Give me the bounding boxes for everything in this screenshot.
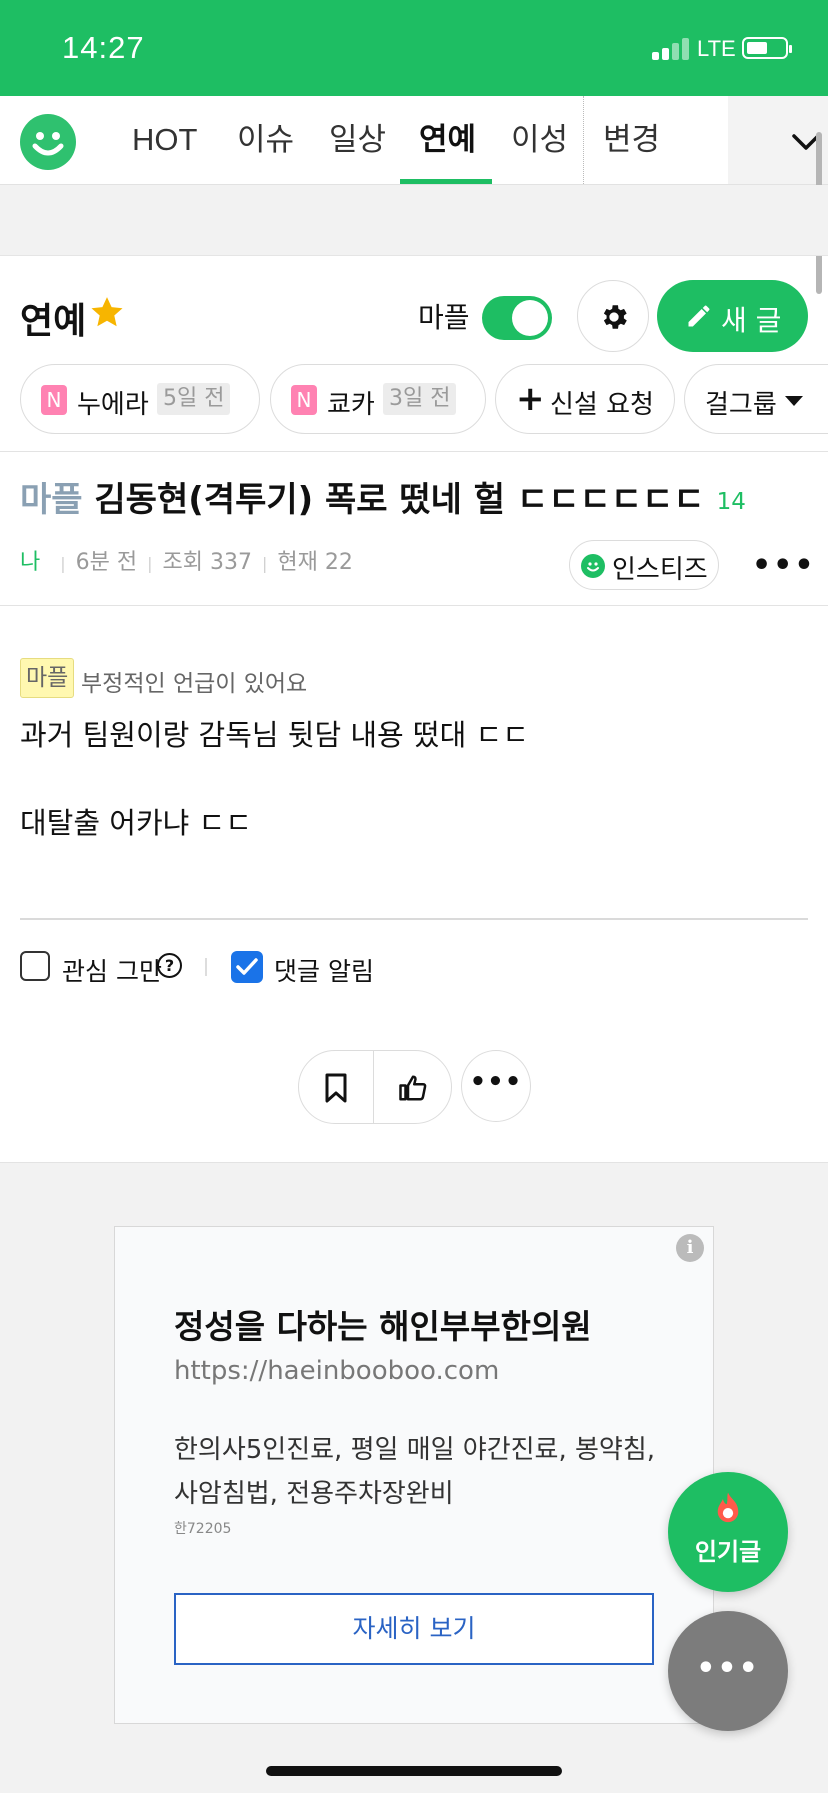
- post-more-button[interactable]: •••: [752, 548, 816, 583]
- chip-name: 쿄카: [327, 390, 375, 420]
- caret-down-icon: [785, 396, 803, 406]
- active-tab-indicator: [400, 179, 492, 184]
- comment-alert-checkbox[interactable]: [231, 951, 263, 983]
- post-title: 마플 김동현(격투기) 폭로 떴네 헐 ㄷㄷㄷㄷㄷㄷ 14: [20, 472, 746, 521]
- ad-description: 한의사5인진료, 평일 매일 야간진료, 봉약침, 사암침법, 전용주차장완비: [174, 1435, 656, 1509]
- post-views: 조회 337: [162, 550, 252, 575]
- bookmark-icon: [325, 1073, 347, 1103]
- new-post-label: 새 글: [721, 304, 782, 337]
- new-post-button[interactable]: 새 글: [657, 280, 808, 352]
- nav-separator: [583, 96, 584, 184]
- chip-age: 5일 전: [157, 383, 231, 415]
- chip-age: 3일 전: [383, 383, 457, 415]
- tab-daily[interactable]: 일상: [329, 96, 386, 184]
- spacer-band: [0, 185, 828, 256]
- source-badge[interactable]: 인스티즈: [569, 540, 719, 590]
- chevron-down-icon: [792, 134, 820, 150]
- menu-fab-button[interactable]: •••: [668, 1611, 788, 1731]
- thumbs-up-icon: [399, 1075, 427, 1101]
- chip-name: 누에라: [77, 390, 149, 420]
- chip-kyoka[interactable]: N 쿄카 3일 전: [270, 364, 486, 434]
- notice-text: 부정적인 언급이 있어요: [81, 671, 308, 697]
- divider: [20, 918, 808, 920]
- plus-icon: +: [516, 379, 545, 419]
- star-icon[interactable]: [88, 294, 126, 332]
- request-board-button[interactable]: + 신설 요청: [495, 364, 675, 434]
- mapl-toggle[interactable]: [482, 296, 552, 340]
- battery-icon: [742, 37, 792, 59]
- post-tag: 마플: [20, 480, 83, 520]
- post-action-group: [298, 1050, 452, 1124]
- tab-romance[interactable]: 이성: [511, 96, 568, 184]
- tab-hot[interactable]: HOT: [132, 96, 197, 184]
- stop-interest-checkbox[interactable]: [20, 951, 50, 981]
- chip-nuera[interactable]: N 누에라 5일 전: [20, 364, 260, 434]
- new-badge: N: [291, 385, 317, 415]
- popular-posts-button[interactable]: 인기글: [668, 1472, 788, 1592]
- network-label: LTE: [697, 36, 736, 61]
- option-separator: [205, 958, 207, 976]
- home-indicator: [266, 1766, 562, 1776]
- comment-count[interactable]: 14: [717, 489, 746, 515]
- post-title-text: 김동현(격투기) 폭로 떴네 헐 ㄷㄷㄷㄷㄷㄷ: [94, 480, 705, 520]
- more-actions-button[interactable]: •••: [461, 1050, 531, 1122]
- girl-group-label: 걸그룹: [705, 390, 777, 420]
- check-icon: [236, 958, 258, 975]
- popular-posts-label: 인기글: [694, 1538, 762, 1566]
- like-button[interactable]: [374, 1051, 451, 1123]
- notice-badge: 마플: [20, 658, 75, 698]
- tab-issue[interactable]: 이슈: [237, 96, 294, 184]
- info-icon[interactable]: i: [676, 1234, 704, 1262]
- girl-group-chip[interactable]: 걸그룹: [684, 364, 828, 434]
- status-bar: 14:27 LTE: [0, 0, 828, 96]
- gear-icon: [603, 305, 627, 329]
- status-time: 14:27: [62, 30, 145, 65]
- instiz-icon: [581, 554, 605, 578]
- help-icon[interactable]: ?: [157, 953, 182, 978]
- new-badge: N: [41, 385, 67, 415]
- ad-details-button[interactable]: 자세히 보기: [174, 1593, 654, 1665]
- post-author: 나: [20, 550, 41, 575]
- stop-interest-label: 관심 그만: [62, 957, 162, 986]
- comment-alert-label: 댓글 알림: [274, 957, 374, 986]
- tab-change[interactable]: 변경: [603, 96, 660, 184]
- post-current: 현재 22: [277, 550, 353, 575]
- post-body-line: 과거 팀원이랑 감독님 뒷담 내용 떴대 ㄷㄷ: [20, 718, 529, 752]
- post-meta: 나 | 6분 전 | 조회 337 | 현재 22: [20, 550, 353, 575]
- expand-tabs-button[interactable]: [728, 96, 828, 184]
- source-label: 인스티즈: [612, 555, 708, 585]
- mapl-toggle-label: 마플: [418, 301, 470, 334]
- fire-icon: [717, 1492, 739, 1523]
- ad-url[interactable]: https://haeinbooboo.com: [174, 1356, 499, 1386]
- divider: [0, 605, 828, 606]
- board-title: 연예: [20, 301, 87, 342]
- post-time: 6분 전: [75, 550, 138, 575]
- ad-title[interactable]: 정성을 다하는 해인부부한의원: [174, 1300, 592, 1348]
- bookmark-button[interactable]: [299, 1051, 373, 1123]
- settings-button[interactable]: [577, 280, 649, 352]
- pencil-icon: [688, 305, 710, 327]
- signal-icon: [652, 38, 692, 60]
- post-body-line: 대탈출 어카냐 ㄷㄷ: [20, 806, 252, 840]
- divider: [0, 451, 828, 452]
- request-board-label: 신설 요청: [550, 390, 654, 420]
- ad-code: 한72205: [174, 1521, 232, 1537]
- tab-entertainment[interactable]: 연예: [419, 96, 476, 184]
- category-nav: HOT 이슈 일상 연예 이성 변경: [0, 96, 828, 185]
- smile-logo-icon[interactable]: [20, 114, 76, 170]
